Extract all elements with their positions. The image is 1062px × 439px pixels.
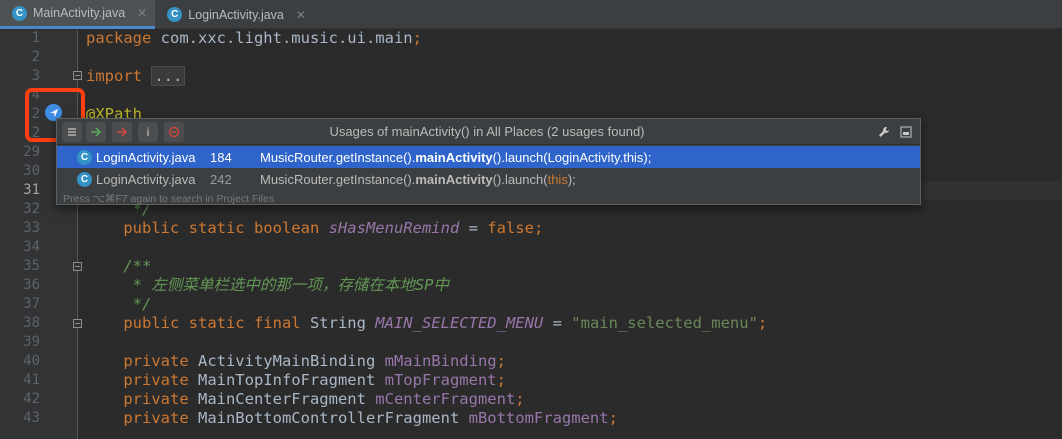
usage-row[interactable]: C LoginActivity.java 242 MusicRouter.get… [57, 168, 920, 190]
code-line[interactable]: /** [86, 257, 151, 276]
close-icon[interactable]: ✕ [137, 6, 147, 20]
java-class-icon: C [12, 5, 27, 21]
filter-icon[interactable] [164, 122, 184, 142]
tab-label: MainActivity.java [33, 6, 126, 20]
usage-code: MusicRouter.getInstance().mainActivity()… [260, 149, 652, 165]
line-number: 37 [23, 296, 40, 312]
line-number: 31 [23, 182, 40, 198]
line-number: 32 [23, 201, 40, 217]
code-line[interactable]: private MainTopInfoFragment mTopFragment… [86, 371, 506, 390]
write-access-icon[interactable] [112, 122, 132, 142]
open-in-find-window-icon[interactable] [896, 122, 916, 142]
popup-header: i Usages of mainActivity() in All Places… [57, 119, 920, 145]
read-access-icon[interactable] [86, 122, 106, 142]
code-line[interactable]: * 左侧菜单栏选中的那一项，存储在本地SP中 [86, 276, 449, 295]
tab-login-activity[interactable]: C LoginActivity.java ✕ [155, 0, 314, 29]
usage-file: LoginActivity.java [96, 149, 196, 165]
line-number: 40 [23, 353, 40, 369]
fold-icon[interactable] [73, 262, 82, 271]
popup-title: Usages of mainActivity() in All Places (… [329, 124, 645, 139]
info-icon[interactable]: i [138, 122, 158, 142]
merge-icon[interactable] [62, 122, 82, 142]
code-line[interactable]: private MainCenterFragment mCenterFragme… [86, 390, 524, 409]
line-number: 43 [23, 410, 40, 426]
popup-hint: Press ⌥⌘F7 again to search in Project Fi… [63, 193, 275, 205]
java-class-icon: C [77, 149, 92, 165]
close-icon[interactable]: ✕ [296, 8, 306, 22]
line-number: 41 [23, 372, 40, 388]
java-class-icon: C [167, 7, 183, 22]
java-class-icon: C [77, 171, 92, 187]
line-number: 34 [23, 239, 40, 255]
code-line[interactable]: private MainBottomControllerFragment mBo… [86, 409, 618, 428]
tab-label: LoginActivity.java [188, 7, 284, 22]
line-number: 30 [23, 163, 40, 179]
line-number: 33 [23, 220, 40, 236]
line-number: 38 [23, 315, 40, 331]
code-line[interactable]: */ [86, 295, 152, 314]
usage-line-number: 242 [210, 171, 232, 187]
line-number: 36 [23, 277, 40, 293]
usages-popup: i Usages of mainActivity() in All Places… [56, 118, 921, 205]
line-number: 39 [23, 334, 40, 350]
code-line[interactable]: package com.xxc.light.music.ui.main; [86, 29, 422, 48]
line-number: 3 [31, 68, 40, 84]
code-line[interactable]: private ActivityMainBinding mMainBinding… [86, 352, 506, 371]
fold-icon[interactable] [73, 319, 82, 328]
editor-tab-bar: C MainActivity.java ✕ C LoginActivity.ja… [0, 0, 1062, 29]
line-number: 1 [31, 30, 40, 46]
tab-main-activity[interactable]: C MainActivity.java ✕ [0, 0, 156, 29]
line-number: 35 [23, 258, 40, 274]
code-line[interactable]: public static final String MAIN_SELECTED… [86, 314, 767, 333]
settings-icon[interactable] [874, 122, 894, 142]
usage-line-number: 184 [210, 149, 232, 165]
line-number: 29 [23, 144, 40, 160]
usage-code: MusicRouter.getInstance().mainActivity()… [260, 171, 576, 187]
usage-row[interactable]: C LoginActivity.java 184 MusicRouter.get… [57, 146, 920, 168]
line-number: 42 [23, 391, 40, 407]
line-number: 2 [31, 49, 40, 65]
usage-file: LoginActivity.java [96, 171, 196, 187]
code-line[interactable]: public static boolean sHasMenuRemind = f… [86, 219, 543, 238]
fold-icon[interactable] [73, 71, 82, 80]
code-line[interactable]: import ... [86, 66, 186, 86]
